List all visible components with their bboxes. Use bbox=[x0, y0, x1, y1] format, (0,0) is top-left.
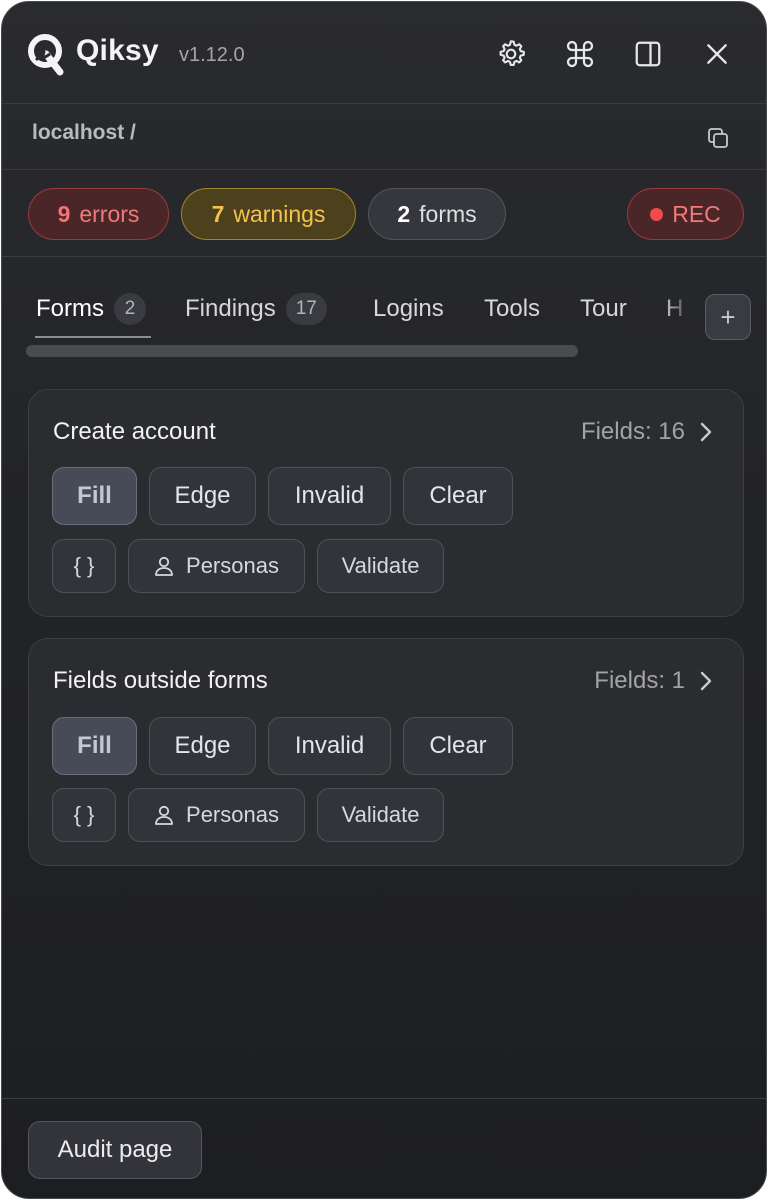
close-icon[interactable] bbox=[699, 36, 735, 72]
tab-label: Forms bbox=[36, 295, 104, 322]
form-card: Create account Fields: 16 Fill Edge Inva… bbox=[28, 389, 744, 617]
brand-name: Qiksy bbox=[76, 34, 159, 67]
tab-tour[interactable]: Tour bbox=[580, 289, 627, 329]
json-button[interactable]: { } bbox=[52, 539, 116, 593]
forms-count: 2 bbox=[397, 200, 411, 227]
chevron-right-icon bbox=[700, 671, 712, 691]
errors-badge[interactable]: 9 errors bbox=[28, 188, 169, 240]
json-button[interactable]: { } bbox=[52, 788, 116, 842]
tab-scrollbar[interactable] bbox=[26, 345, 578, 357]
record-label: REC bbox=[672, 200, 721, 227]
record-button[interactable]: REC bbox=[627, 188, 744, 240]
tab-tools[interactable]: Tools bbox=[484, 289, 540, 329]
add-tab-button[interactable]: + bbox=[705, 294, 751, 340]
fill-button[interactable]: Fill bbox=[52, 717, 137, 775]
validate-button[interactable]: Validate bbox=[317, 539, 444, 593]
user-icon bbox=[155, 805, 173, 825]
form-fields-link[interactable]: Fields: 16 bbox=[581, 418, 713, 446]
clear-button[interactable]: Clear bbox=[403, 467, 513, 525]
errors-label: errors bbox=[79, 200, 140, 227]
warnings-count: 7 bbox=[211, 200, 225, 227]
active-tab-indicator bbox=[35, 336, 151, 338]
invalid-button[interactable]: Invalid bbox=[268, 717, 391, 775]
warnings-badge[interactable]: 7 warnings bbox=[181, 188, 356, 240]
url-bar: localhost / bbox=[2, 104, 766, 170]
form-card: Fields outside forms Fields: 1 Fill Edge… bbox=[28, 638, 744, 866]
page-url: localhost / bbox=[32, 121, 136, 144]
clear-button[interactable]: Clear bbox=[403, 717, 513, 775]
user-icon bbox=[155, 556, 173, 576]
tab-label: Findings bbox=[185, 295, 276, 322]
form-title: Create account bbox=[53, 418, 216, 445]
record-dot-icon bbox=[650, 207, 664, 221]
tab-logins[interactable]: Logins bbox=[373, 289, 444, 329]
edge-button[interactable]: Edge bbox=[149, 467, 256, 525]
tab-overflow-fade bbox=[662, 287, 702, 327]
tab-label: Tour bbox=[580, 295, 627, 322]
forms-label: forms bbox=[419, 200, 477, 227]
sidebar-panel-icon[interactable] bbox=[630, 36, 666, 72]
tab-findings[interactable]: Findings 17 bbox=[185, 289, 327, 329]
tab-count-badge: 17 bbox=[285, 293, 327, 325]
personas-button[interactable]: Personas bbox=[128, 788, 305, 842]
tab-label: Logins bbox=[373, 295, 444, 322]
tab-forms[interactable]: Forms 2 bbox=[36, 289, 146, 329]
fill-button[interactable]: Fill bbox=[52, 467, 137, 525]
warnings-label: warnings bbox=[233, 200, 326, 227]
command-icon[interactable] bbox=[562, 36, 598, 72]
footer: Audit page bbox=[2, 1098, 766, 1198]
header: Qiksy v1.12.0 bbox=[2, 2, 766, 104]
personas-label: Personas bbox=[186, 553, 279, 578]
errors-count: 9 bbox=[57, 200, 71, 227]
qiksy-panel: Qiksy v1.12.0 localhost / 9 errors 7 war… bbox=[1, 1, 767, 1199]
forms-badge[interactable]: 2 forms bbox=[368, 188, 506, 240]
personas-button[interactable]: Personas bbox=[128, 539, 305, 593]
invalid-button[interactable]: Invalid bbox=[268, 467, 391, 525]
edge-button[interactable]: Edge bbox=[149, 717, 256, 775]
qiksy-logo-icon bbox=[26, 32, 66, 76]
audit-page-button[interactable]: Audit page bbox=[28, 1121, 202, 1179]
plus-icon: + bbox=[720, 301, 736, 332]
tab-count-badge: 2 bbox=[114, 293, 146, 325]
chevron-right-icon bbox=[700, 422, 712, 442]
form-fields-link[interactable]: Fields: 1 bbox=[594, 667, 713, 695]
personas-label: Personas bbox=[186, 802, 279, 827]
gear-icon[interactable] bbox=[493, 36, 529, 72]
form-title: Fields outside forms bbox=[53, 667, 268, 694]
version-label: v1.12.0 bbox=[179, 44, 245, 66]
fields-count: Fields: 16 bbox=[580, 418, 685, 445]
stats-row: 9 errors 7 warnings 2 forms REC bbox=[2, 170, 766, 257]
fields-count: Fields: 1 bbox=[594, 667, 685, 694]
copy-icon[interactable] bbox=[704, 124, 732, 152]
validate-button[interactable]: Validate bbox=[317, 788, 444, 842]
tab-label: Tools bbox=[484, 295, 541, 322]
